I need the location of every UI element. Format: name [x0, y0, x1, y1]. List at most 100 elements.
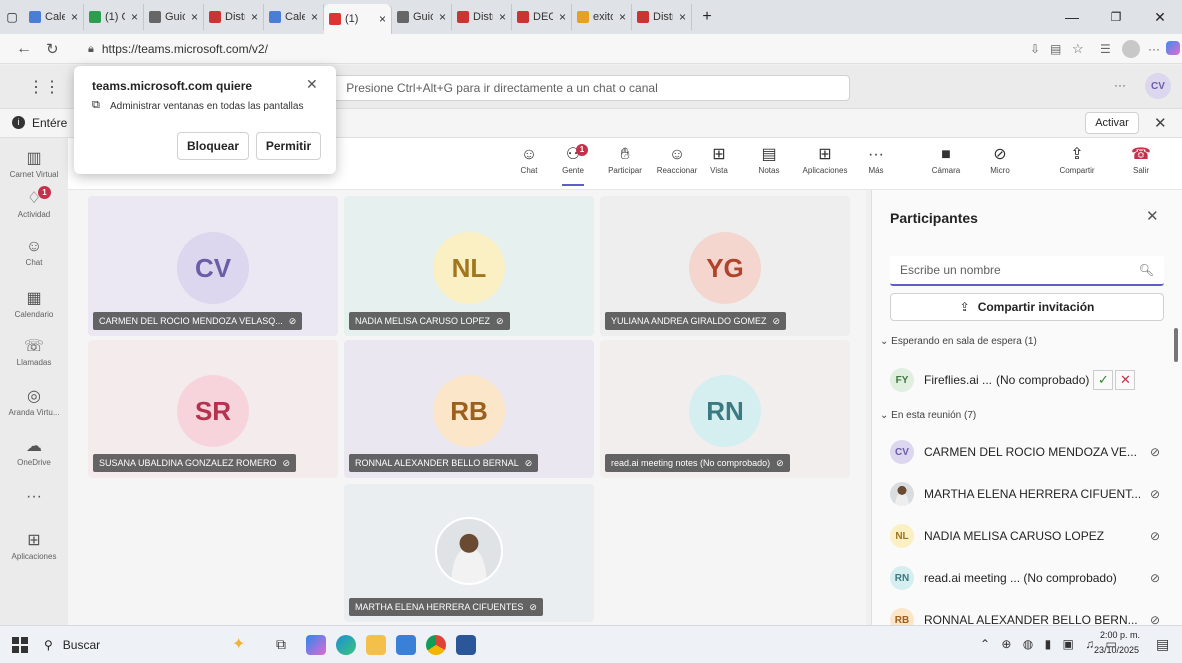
rail-item[interactable]: ···: [0, 488, 68, 508]
rail-item[interactable]: ▦ Calendario: [0, 288, 68, 319]
window-menu-icon[interactable]: ▢: [0, 10, 24, 24]
browser-tab[interactable]: Calend ×: [24, 4, 84, 30]
video-tile[interactable]: MARTHA ELENA HERRERA CIFUENTES ⊘: [344, 484, 594, 622]
browser-tab[interactable]: Distrito ×: [204, 4, 264, 30]
notification-icon[interactable]: ▤: [1156, 636, 1169, 653]
toolbar-más-button[interactable]: ··· Más: [864, 144, 888, 175]
share-invite-button[interactable]: ⇪ Compartir invitación: [890, 293, 1164, 321]
word-icon[interactable]: [456, 635, 476, 655]
rail-item[interactable]: ☺ Chat: [0, 238, 68, 267]
video-tile[interactable]: SR SUSANA UBALDINA GONZALEZ ROMERO ⊘: [88, 340, 338, 478]
browser-tab[interactable]: Guión I ×: [392, 4, 452, 30]
close-tab-icon[interactable]: ×: [191, 10, 198, 24]
browser-tab[interactable]: (1) Cha ×: [84, 4, 144, 30]
copilot-icon[interactable]: [1166, 41, 1180, 55]
lock-icon[interactable]: 🔒︎: [88, 43, 94, 56]
download-icon[interactable]: ⇩: [1030, 42, 1040, 56]
toolbar-aplicaciones-button[interactable]: ⊞ Aplicaciones: [798, 144, 852, 175]
close-tab-icon[interactable]: ×: [379, 12, 386, 26]
rail-item[interactable]: ◎ Aranda Virtu...: [0, 386, 68, 417]
video-tile[interactable]: NL NADIA MELISA CARUSO LOPEZ ⊘: [344, 196, 594, 336]
toolbar-chat-button[interactable]: ☺ Chat: [513, 144, 545, 175]
meeting-section-header[interactable]: ⌄ En esta reunión (7): [880, 410, 976, 421]
user-avatar[interactable]: CV: [1145, 73, 1171, 99]
profile-icon[interactable]: [1122, 40, 1140, 58]
browser-tab[interactable]: Guión I ×: [144, 4, 204, 30]
teams-search-bar[interactable]: 🔍︎ Presione Ctrl+Alt+G para ir directame…: [310, 75, 850, 101]
participant-row[interactable]: CV CARMEN DEL ROCIO MENDOZA VE... ⊘: [890, 438, 1160, 466]
close-tab-icon[interactable]: ×: [311, 10, 318, 24]
close-window-button[interactable]: ✕: [1138, 9, 1182, 26]
favorites-icon[interactable]: ☰: [1100, 42, 1111, 56]
rail-item[interactable]: ♢ 1 Actividad: [0, 186, 68, 219]
browser-tab[interactable]: (1) ×: [324, 4, 392, 34]
app-launcher-icon[interactable]: ⋮⋮: [28, 77, 60, 97]
close-tab-icon[interactable]: ×: [619, 10, 626, 24]
admit-button[interactable]: ✓: [1093, 370, 1114, 390]
settings-more-icon[interactable]: ···: [1114, 78, 1126, 92]
reload-icon[interactable]: ↻: [46, 40, 59, 58]
browser-tab[interactable]: Distrito ×: [632, 4, 692, 30]
reader-icon[interactable]: ▤: [1050, 42, 1061, 56]
video-tile[interactable]: RN read.ai meeting notes (No comprobado) ⊘: [600, 340, 850, 478]
windows-start-icon[interactable]: [12, 637, 28, 653]
toolbar-participar-button[interactable]: ✋︎ Participar: [603, 144, 647, 175]
block-button[interactable]: Bloquear: [177, 132, 249, 160]
participant-search-input[interactable]: Escribe un nombre 🔍︎: [890, 256, 1164, 286]
new-tab-button[interactable]: +: [692, 8, 722, 26]
video-tile[interactable]: CV CARMEN DEL ROCIO MENDOZA VELASQ... ⊘: [88, 196, 338, 336]
close-tab-icon[interactable]: ×: [131, 10, 138, 24]
close-tab-icon[interactable]: ×: [71, 10, 78, 24]
toolbar-salir-button[interactable]: ☎ Salir: [1126, 144, 1156, 175]
close-tab-icon[interactable]: ×: [679, 10, 686, 24]
rail-item[interactable]: ☁ OneDrive: [0, 436, 68, 467]
participant-row[interactable]: MARTHA ELENA HERRERA CIFUENT... ⊘: [890, 480, 1160, 508]
maximize-button[interactable]: ❐: [1094, 10, 1138, 24]
taskbar-search[interactable]: ⚲ Buscar: [44, 632, 264, 658]
copilot-icon[interactable]: [306, 635, 326, 655]
close-tab-icon[interactable]: ×: [559, 10, 566, 24]
video-tile[interactable]: YG YULIANA ANDREA GIRALDO GOMEZ ⊘: [600, 196, 850, 336]
favorite-star-icon[interactable]: ☆: [1072, 41, 1084, 57]
back-icon[interactable]: ←: [16, 40, 32, 58]
minimize-button[interactable]: —: [1050, 9, 1094, 25]
close-tab-icon[interactable]: ×: [499, 10, 506, 24]
browser-tab[interactable]: DECRET ×: [512, 4, 572, 30]
toolbar-vista-button[interactable]: ⊞ Vista: [704, 144, 734, 175]
toolbar-micro-button[interactable]: ⊘ Micro: [982, 144, 1018, 175]
photos-icon[interactable]: [396, 635, 416, 655]
rail-item[interactable]: ▥ Carnet Virtual: [0, 148, 68, 179]
url-field[interactable]: 🔒︎ https://teams.microsoft.com/v2/: [80, 37, 1080, 61]
close-infobar-icon[interactable]: ✕: [1154, 114, 1167, 132]
deny-button[interactable]: ✕: [1115, 370, 1136, 390]
allow-button[interactable]: Permitir: [256, 132, 321, 160]
browser-tab[interactable]: exito.co ×: [572, 4, 632, 30]
browser-tab-bar: ▢ Calend×(1) Cha×Guión I×Distrito×Calend…: [0, 0, 1182, 34]
toolbar-compartir-button[interactable]: ⇪ Compartir: [1052, 144, 1102, 175]
more-menu-icon[interactable]: ···: [1148, 42, 1160, 56]
rail-item[interactable]: ⊞ Aplicaciones: [0, 530, 68, 561]
toolbar-cámara-button[interactable]: ■ Cámara: [926, 144, 966, 175]
chrome-icon[interactable]: [426, 635, 446, 655]
toolbar-notas-button[interactable]: ▤ Notas: [754, 144, 784, 175]
activate-button[interactable]: Activar: [1085, 112, 1139, 134]
close-tab-icon[interactable]: ×: [439, 10, 446, 24]
file-explorer-icon[interactable]: [366, 635, 386, 655]
toolbar-reaccionar-button[interactable]: ☺ Reaccionar: [650, 144, 704, 175]
edge-icon[interactable]: [336, 635, 356, 655]
waiting-section-header[interactable]: ⌄ Esperando en sala de espera (1): [880, 336, 1037, 347]
rail-item[interactable]: ☏ Llamadas: [0, 336, 68, 367]
toolbar-gente-button[interactable]: ⚇ 1 Gente: [558, 144, 588, 186]
close-panel-icon[interactable]: ✕: [1146, 207, 1159, 225]
video-tile[interactable]: RB RONNAL ALEXANDER BELLO BERNAL ⊘: [344, 340, 594, 478]
task-view-icon[interactable]: ⧉: [276, 636, 286, 653]
close-popup-icon[interactable]: ✕: [306, 76, 318, 93]
participant-row[interactable]: NL NADIA MELISA CARUSO LOPEZ ⊘: [890, 522, 1160, 550]
browser-tab[interactable]: Calend ×: [264, 4, 324, 30]
sparkle-icon[interactable]: ✦: [232, 634, 245, 654]
browser-tab[interactable]: Distrito ×: [452, 4, 512, 30]
close-tab-icon[interactable]: ×: [251, 10, 258, 24]
panel-scrollbar[interactable]: [1174, 328, 1178, 362]
waiting-participant-row[interactable]: FY Fireflies.ai ... (No comprobado) ✓ ✕: [890, 366, 1160, 394]
participant-row[interactable]: RN read.ai meeting ... (No comprobado) ⊘: [890, 564, 1160, 592]
